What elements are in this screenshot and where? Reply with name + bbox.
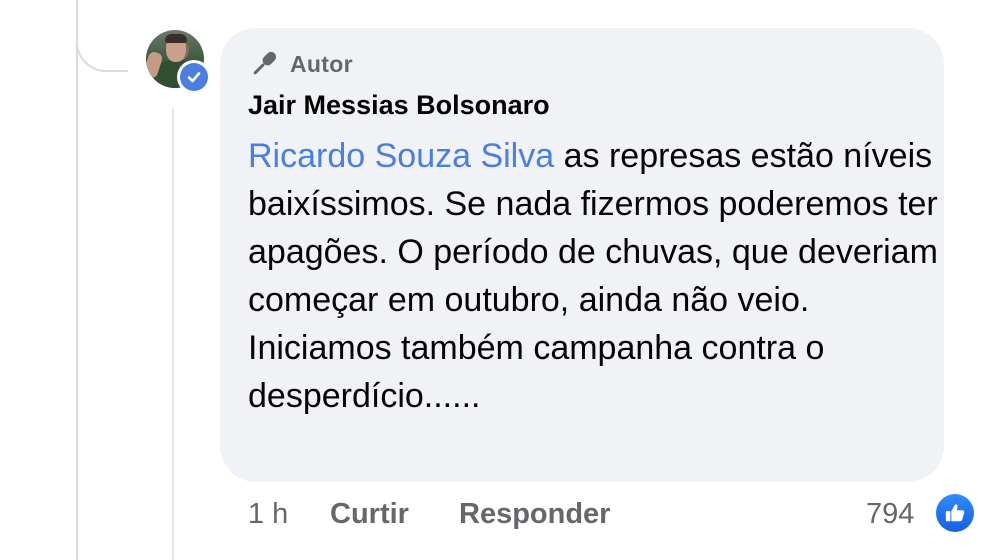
author-badge: Autor [248, 46, 353, 82]
thread-connector [76, 0, 128, 72]
reaction-count[interactable]: 794 [866, 494, 914, 534]
microphone-icon [253, 51, 277, 75]
comment-text: Ricardo Souza Silva as represas estão ní… [248, 132, 938, 420]
verified-check-icon [177, 60, 211, 94]
reply-thread-line [172, 108, 174, 560]
author-badge-label: Autor [290, 50, 353, 77]
mention-link[interactable]: Ricardo Souza Silva [248, 137, 554, 175]
like-button[interactable]: Curtir [330, 494, 409, 534]
author-name[interactable]: Jair Messias Bolsonaro [248, 90, 550, 121]
thread-line [76, 0, 78, 560]
reply-button[interactable]: Responder [459, 494, 610, 534]
avatar-hair [165, 34, 187, 43]
comment-body: as represas estão níveis baixíssimos. Se… [248, 137, 938, 415]
checkmark-icon [187, 72, 201, 83]
thumbs-up-icon [945, 504, 965, 522]
comment-timestamp[interactable]: 1 h [248, 494, 288, 534]
like-thumb-icon[interactable] [934, 492, 976, 534]
